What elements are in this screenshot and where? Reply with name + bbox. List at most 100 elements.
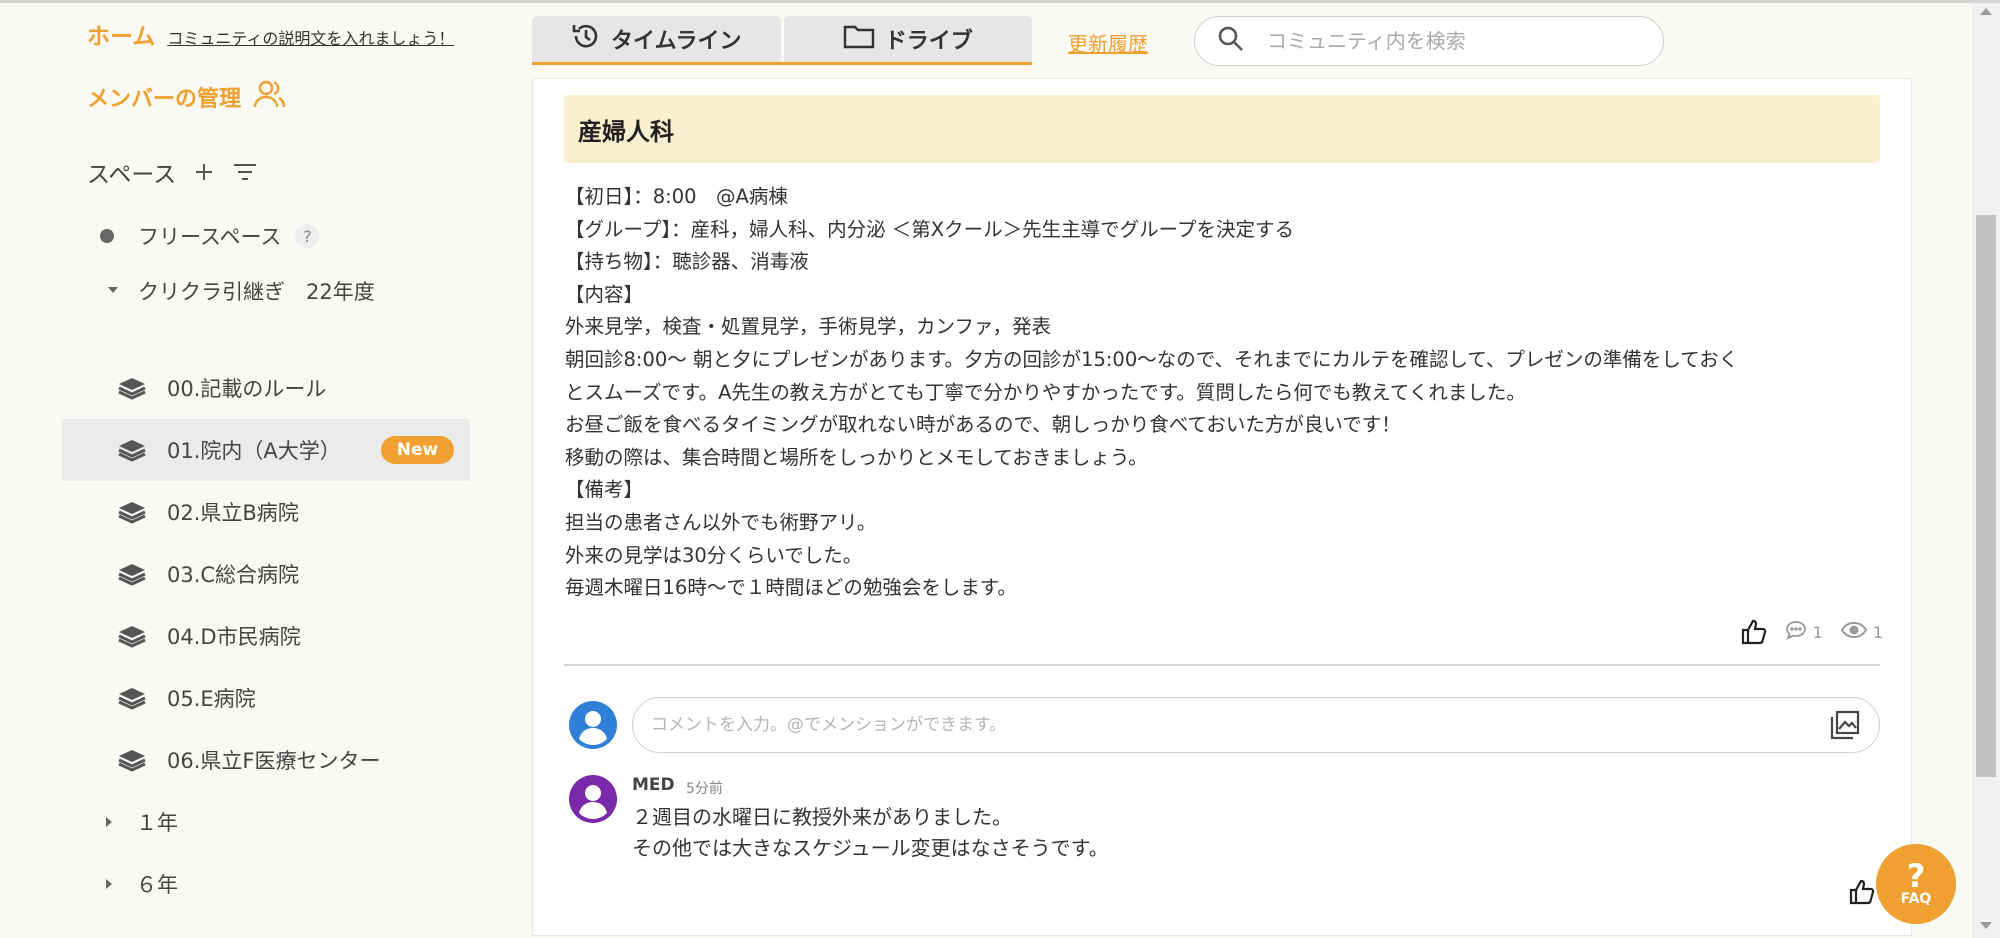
view-count-value: 1 bbox=[1872, 622, 1883, 642]
layers-icon bbox=[117, 438, 147, 462]
scrollbar-thumb[interactable] bbox=[1976, 215, 1996, 777]
search-icon[interactable] bbox=[1217, 25, 1245, 57]
sidebar: ホーム コミュニティの説明文を入れましょう！ メンバーの管理 スペース フリース… bbox=[0, 3, 530, 938]
tab-label: タイムライン bbox=[611, 29, 742, 54]
post-line: とスムーズです。A先生の教え方がとても丁寧で分かりやすかったです。質問したら何で… bbox=[565, 380, 1526, 404]
layers-icon bbox=[117, 686, 147, 710]
sidebar-item-space[interactable]: 02.県立B病院 bbox=[62, 481, 470, 543]
caret-down-icon[interactable] bbox=[98, 285, 128, 295]
image-upload-icon[interactable] bbox=[1829, 709, 1861, 741]
add-space-icon[interactable] bbox=[194, 162, 214, 182]
comment-time: 5分前 bbox=[686, 781, 723, 797]
comment-like-button[interactable] bbox=[1849, 879, 1875, 909]
home-link[interactable]: ホーム bbox=[87, 17, 155, 51]
new-badge: New bbox=[380, 436, 455, 464]
post-title: 産婦人科 bbox=[564, 95, 1880, 163]
search-input[interactable] bbox=[1267, 29, 1647, 53]
layers-icon bbox=[117, 624, 147, 648]
sidebar-item-label: 00.記載のルール bbox=[167, 377, 327, 401]
help-icon[interactable]: ? bbox=[295, 224, 320, 248]
post-line: お昼ご飯を食べるタイミングが取れない時があるので、朝しっかり食べておいた方が良い… bbox=[565, 413, 1401, 437]
layers-icon bbox=[117, 500, 147, 524]
tab-label: ドライブ bbox=[884, 29, 973, 54]
comment-box bbox=[632, 697, 1880, 753]
sidebar-item-space[interactable]: 03.C総合病院 bbox=[62, 543, 470, 605]
sidebar-group-label: クリクラ引継ぎ 22年度 bbox=[138, 280, 375, 304]
group-items: 00.記載のルール 01.院内（A大学） New 02.県立B病院 03.C総合病院 04… bbox=[62, 357, 470, 791]
comment-author-avatar[interactable] bbox=[569, 775, 617, 827]
sidebar-group-clicra[interactable]: クリクラ引継ぎ 22年度 bbox=[62, 267, 470, 357]
divider bbox=[564, 664, 1880, 666]
sidebar-item-label: １年 bbox=[136, 811, 178, 835]
post-line: 【持ち物】：聴診器、消毒液 bbox=[565, 250, 809, 274]
comment-icon bbox=[1785, 620, 1807, 644]
post-line: 【初日】：8:00 @A病棟 bbox=[565, 185, 788, 208]
filter-icon[interactable] bbox=[232, 162, 258, 182]
sidebar-item-space[interactable]: 06.県立F医療センター bbox=[62, 729, 470, 791]
members-label: メンバーの管理 bbox=[87, 87, 242, 112]
comment-line: その他では大きなスケジュール変更はなさそうです。 bbox=[632, 836, 1109, 860]
view-count: 1 bbox=[1840, 621, 1883, 643]
bullet-icon bbox=[100, 229, 114, 243]
sidebar-item-label: 05.E病院 bbox=[167, 687, 256, 711]
update-history-link[interactable]: 更新履歴 bbox=[1068, 28, 1148, 57]
tab-timeline[interactable]: タイムライン bbox=[532, 16, 781, 62]
spaces-header: スペース bbox=[87, 155, 258, 189]
post-body: 【初日】：8:00 @A病棟【グループ】：産科，婦人科、内分泌 ＜第Xクール＞先… bbox=[565, 181, 1885, 605]
sidebar-item-label: 02.県立B病院 bbox=[167, 501, 299, 525]
search-box bbox=[1194, 16, 1664, 66]
faq-question-mark: ? bbox=[1906, 857, 1926, 895]
sidebar-item-year[interactable]: １年 bbox=[62, 791, 470, 853]
sidebar-item-space[interactable]: 05.E病院 bbox=[62, 667, 470, 729]
layers-icon bbox=[117, 748, 147, 772]
post-line: 担当の患者さん以外でも術野アリ。 bbox=[565, 510, 877, 534]
layers-icon bbox=[117, 376, 147, 400]
home-row: ホーム コミュニティの説明文を入れましょう！ bbox=[87, 17, 454, 51]
caret-right-icon[interactable] bbox=[104, 877, 114, 891]
eye-icon bbox=[1840, 621, 1867, 643]
comment-count[interactable]: 1 bbox=[1785, 620, 1823, 644]
like-button[interactable] bbox=[1741, 619, 1767, 645]
sidebar-item-space[interactable]: 04.D市民病院 bbox=[62, 605, 470, 667]
sidebar-item-label: 04.D市民病院 bbox=[167, 625, 301, 649]
year-items: １年 ６年 bbox=[62, 791, 470, 915]
layers-icon bbox=[117, 562, 147, 586]
post-reactions: 1 1 bbox=[1723, 619, 1883, 645]
folder-icon bbox=[843, 23, 875, 55]
spaces-label: スペース bbox=[87, 162, 177, 188]
caret-right-icon[interactable] bbox=[104, 815, 114, 829]
comment-input[interactable] bbox=[651, 715, 1829, 735]
post-line: 毎週木曜日16時～で１時間ほどの勉強会をします。 bbox=[565, 576, 1017, 600]
post-line: 移動の際は、集合時間と場所をしっかりとメモしておきましょう。 bbox=[565, 445, 1148, 469]
sidebar-item-label: 03.C総合病院 bbox=[167, 563, 300, 587]
comment-text: ２週目の水曜日に教授外来がありました。その他では大きなスケジュール変更はなさそう… bbox=[632, 802, 1109, 864]
community-description-link[interactable]: コミュニティの説明文を入れましょう！ bbox=[167, 25, 454, 49]
comment-author[interactable]: MED bbox=[632, 775, 675, 795]
sidebar-item-label: 01.院内（A大学） bbox=[167, 439, 341, 463]
comment-line: ２週目の水曜日に教授外来がありました。 bbox=[632, 805, 1012, 829]
scroll-down-arrow-icon[interactable] bbox=[1980, 922, 1992, 929]
sidebar-item-year[interactable]: ６年 bbox=[62, 853, 470, 915]
tab-bar: タイムライン ドライブ bbox=[532, 16, 1032, 65]
faq-button[interactable]: ? FAQ bbox=[1876, 844, 1956, 924]
avatar bbox=[569, 701, 617, 753]
post-line: 【備考】 bbox=[565, 478, 644, 502]
sidebar-item-free-space[interactable]: フリースペース ? bbox=[62, 205, 470, 267]
sidebar-item-space[interactable]: 00.記載のルール bbox=[62, 357, 470, 419]
post-line: 外来の見学は30分くらいでした。 bbox=[565, 543, 863, 567]
clock-icon bbox=[571, 21, 601, 57]
users-icon bbox=[253, 79, 287, 115]
faq-label: FAQ bbox=[1900, 891, 1932, 907]
space-tree: フリースペース ? クリクラ引継ぎ 22年度 00.記載のルール 01.院内（A大… bbox=[62, 205, 470, 915]
members-management-link[interactable]: メンバーの管理 bbox=[87, 79, 287, 115]
sidebar-item-label: フリースペース bbox=[138, 225, 282, 249]
scroll-up-arrow-icon[interactable] bbox=[1980, 8, 1992, 15]
comment-count-value: 1 bbox=[1812, 622, 1823, 642]
sidebar-item-label: ６年 bbox=[136, 873, 178, 897]
tab-drive[interactable]: ドライブ bbox=[783, 16, 1032, 62]
post-line: 【グループ】：産科，婦人科、内分泌 ＜第Xクール＞先生主導でグループを決定する bbox=[565, 217, 1294, 241]
post-card: 産婦人科 【初日】：8:00 @A病棟【グループ】：産科，婦人科、内分泌 ＜第X… bbox=[532, 78, 1912, 936]
post-line: 朝回診8:00～ 朝と夕にプレゼンがあります。夕方の回診が15:00～なので、そ… bbox=[565, 347, 1739, 371]
sidebar-item-space[interactable]: 01.院内（A大学） New bbox=[62, 419, 470, 481]
post-line: 【内容】 bbox=[565, 282, 644, 306]
